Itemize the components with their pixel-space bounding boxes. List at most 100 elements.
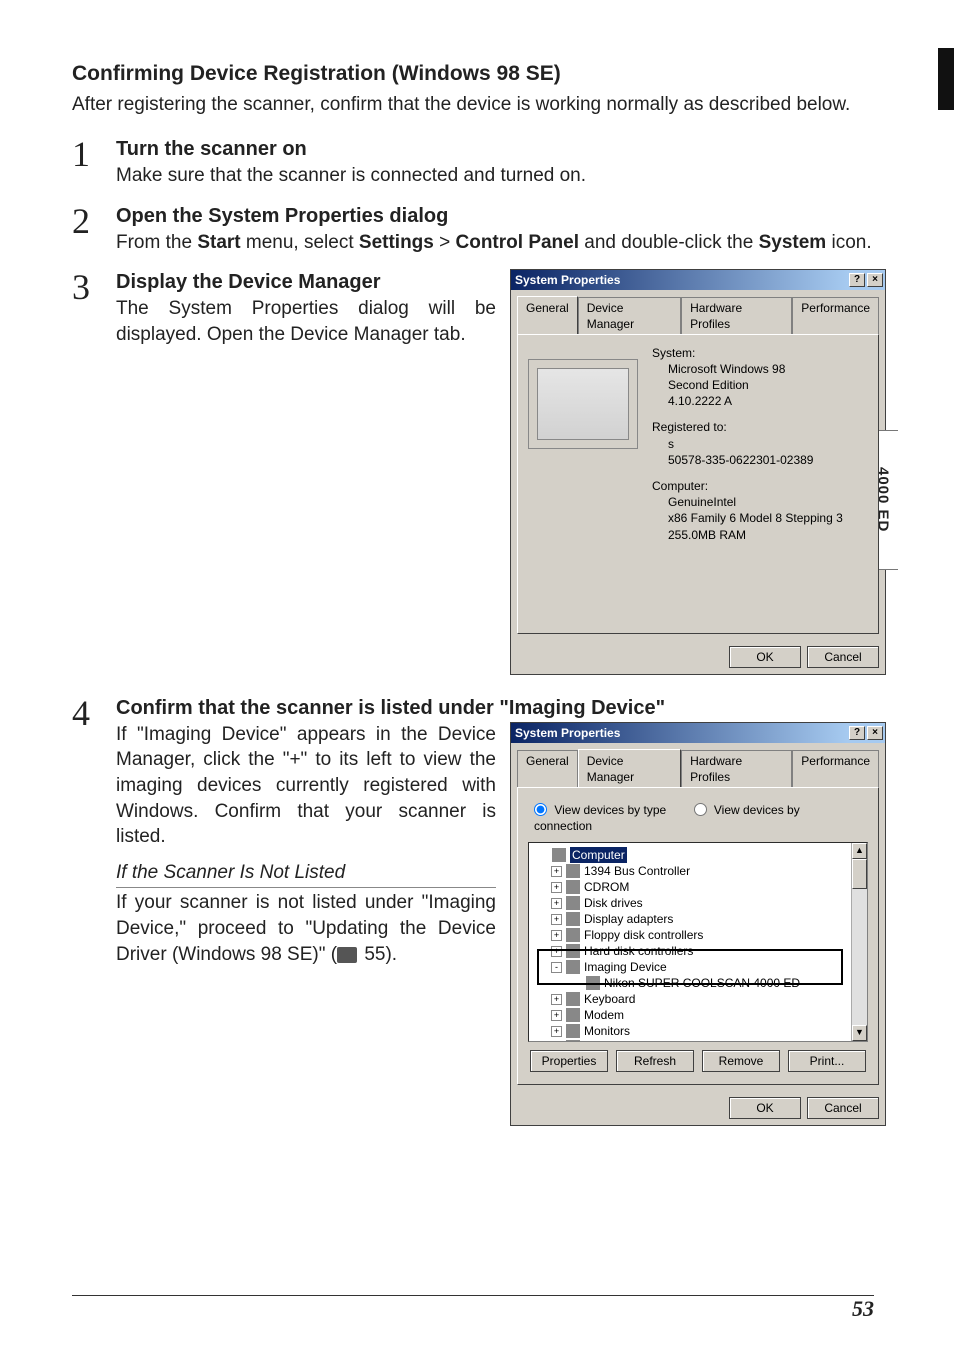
tree-scrollbar[interactable]: ▲ ▼ [851,843,867,1041]
registered-label: Registered to: [652,419,868,435]
tree-row[interactable]: +Disk drives [531,895,865,911]
step-3: 3 Display the Device Manager The System … [72,269,874,674]
tab-performance[interactable]: Performance [792,750,879,788]
properties-button[interactable]: Properties [530,1050,608,1072]
dialog-title: System Properties [515,725,847,741]
tab-general[interactable]: General [517,750,578,788]
print-button[interactable]: Print... [788,1050,866,1072]
system-label: System: [652,345,868,361]
step-1: 1 Turn the scanner on Make sure that the… [72,136,874,189]
tree-expand-icon[interactable]: + [551,994,562,1005]
scroll-down-icon[interactable]: ▼ [852,1025,867,1041]
ok-button[interactable]: OK [729,1097,801,1119]
tree-item-label: Monitors [584,1023,630,1039]
system-properties-dialog-device-manager: System Properties ? × General Device Man… [510,722,886,1127]
tree-collapse-icon[interactable]: - [551,962,562,973]
tree-row[interactable]: +1394 Bus Controller [531,863,865,879]
system-line-2: Second Edition [652,377,868,393]
help-icon[interactable]: ? [849,726,865,740]
system-line-1: Microsoft Windows 98 [652,361,868,377]
device-icon [566,880,580,894]
tree-expand-icon[interactable]: + [551,930,562,941]
step-3-heading: Display the Device Manager [116,269,496,296]
dialog-titlebar[interactable]: System Properties ? × [511,723,885,743]
tree-expand-icon[interactable]: + [551,898,562,909]
tree-row[interactable]: + Mouse [531,1039,865,1042]
computer-line-2: x86 Family 6 Model 8 Stepping 3 [652,510,868,526]
tree-row[interactable]: Computer [531,847,865,863]
page-reference [337,947,359,963]
tree-row[interactable]: + Floppy disk controllers [531,927,865,943]
system-properties-dialog-general: System Properties ? × General Device Man… [510,269,886,674]
device-icon [566,896,580,910]
tab-performance[interactable]: Performance [792,297,879,334]
computer-line-1: GenuineIntel [652,494,868,510]
scroll-up-icon[interactable]: ▲ [852,843,867,859]
step-1-text: Make sure that the scanner is connected … [116,163,874,189]
tab-device-manager[interactable]: Device Manager [578,749,681,787]
tree-row[interactable]: +CDROM [531,879,865,895]
tree-expand-icon[interactable]: + [551,946,562,957]
registered-line-1: s [652,436,868,452]
tree-expand-icon[interactable]: + [551,914,562,925]
page-number: 53 [852,1294,874,1324]
tree-row[interactable]: -Imaging Device [531,959,865,975]
cancel-button[interactable]: Cancel [807,1097,879,1119]
device-icon [586,976,600,990]
footer-rule [72,1295,874,1296]
tab-hardware-profiles[interactable]: Hardware Profiles [681,297,792,334]
tree-item-label: Nikon SUPER COOLSCAN 4000 ED [604,975,800,991]
tree-row[interactable]: +Display adapters [531,911,865,927]
tree-item-label: Modem [584,1007,624,1023]
tree-expand-icon[interactable]: + [551,1026,562,1037]
step-4: 4 Confirm that the scanner is listed und… [72,695,874,1127]
close-icon[interactable]: × [867,726,883,740]
device-icon [566,1024,580,1038]
tree-row[interactable]: Nikon SUPER COOLSCAN 4000 ED [531,975,865,991]
tree-item-label: Mouse [584,1039,620,1042]
step-2: 2 Open the System Properties dialog From… [72,203,874,256]
scroll-thumb[interactable] [852,859,867,889]
tree-row[interactable]: + Modem [531,1007,865,1023]
tree-row[interactable]: + Hard disk controllers [531,943,865,959]
step-3-text: The System Properties dialog will be dis… [116,296,496,347]
dialog-titlebar[interactable]: System Properties ? × [511,270,885,290]
step-4-number: 4 [72,695,116,1127]
tree-item-label: 1394 Bus Controller [584,863,690,879]
tree-expand-icon[interactable]: + [551,866,562,877]
step-4-text: If "Imaging Device" appears in the Devic… [116,722,496,850]
device-icon [566,1040,580,1042]
step-2-number: 2 [72,203,116,256]
close-icon[interactable]: × [867,273,883,287]
device-icon [566,864,580,878]
tree-row[interactable]: +Keyboard [531,991,865,1007]
refresh-button[interactable]: Refresh [616,1050,694,1072]
tree-item-label: Floppy disk controllers [584,927,703,943]
section-title: Confirming Device Registration (Windows … [72,60,874,88]
tree-expand-icon[interactable]: + [551,1010,562,1021]
tree-row[interactable]: + Monitors [531,1023,865,1039]
note-body: If your scanner is not listed under "Ima… [116,890,496,967]
tab-hardware-profiles[interactable]: Hardware Profiles [681,750,792,788]
step-2-heading: Open the System Properties dialog [116,203,874,230]
device-icon [566,992,580,1006]
device-tree[interactable]: Computer+1394 Bus Controller+CDROM+Disk … [528,842,868,1042]
tree-expand-icon[interactable]: + [551,882,562,893]
cancel-button[interactable]: Cancel [807,646,879,668]
tree-item-label: Hard disk controllers [584,943,693,959]
device-icon [566,960,580,974]
tab-general[interactable]: General [517,296,578,333]
dialog-title: System Properties [515,272,847,288]
radio-view-by-type[interactable]: View devices by type [534,803,666,817]
step-1-number: 1 [72,136,116,189]
tree-expand-icon[interactable]: + [551,1042,562,1043]
tab-device-manager[interactable]: Device Manager [578,297,681,334]
help-icon[interactable]: ? [849,273,865,287]
ok-button[interactable]: OK [729,646,801,668]
device-icon [566,1008,580,1022]
section-intro: After registering the scanner, confirm t… [72,92,874,118]
computer-icon [528,359,638,449]
step-1-heading: Turn the scanner on [116,136,874,163]
device-icon [566,944,580,958]
remove-button[interactable]: Remove [702,1050,780,1072]
